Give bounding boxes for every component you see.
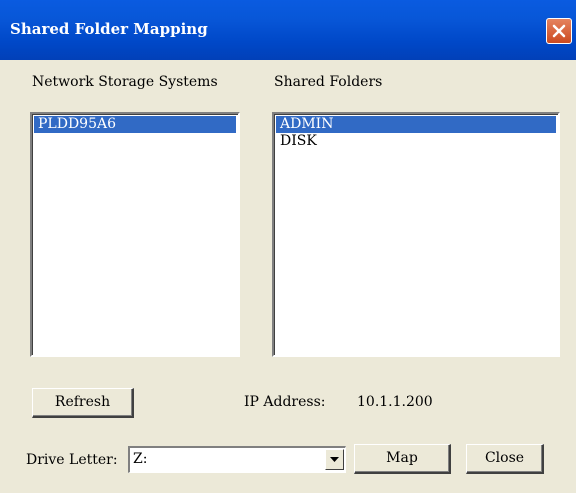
drive-letter-select[interactable]: Z:	[128, 446, 346, 473]
window-title: Shared Folder Mapping	[10, 20, 208, 38]
storage-list[interactable]: PLDD95A6	[30, 112, 240, 357]
drive-letter-dropdown-button[interactable]	[325, 449, 344, 470]
refresh-button[interactable]: Refresh	[32, 388, 134, 418]
ip-address-label: IP Address:	[244, 394, 326, 410]
window-close-button[interactable]	[546, 18, 572, 44]
close-button[interactable]: Close	[466, 444, 544, 474]
dropdown-arrow-icon	[330, 457, 339, 462]
drive-letter-label: Drive Letter:	[26, 452, 118, 468]
storage-list-item[interactable]: PLDD95A6	[34, 116, 236, 133]
storage-label: Network Storage Systems	[32, 74, 218, 90]
close-icon	[552, 24, 566, 38]
folder-list-item-admin[interactable]: ADMIN	[276, 116, 556, 133]
title-bar: Shared Folder Mapping	[0, 0, 576, 60]
folder-list-item-disk[interactable]: DISK	[276, 133, 556, 150]
drive-letter-value: Z:	[133, 451, 148, 467]
map-button[interactable]: Map	[354, 444, 451, 474]
folders-list[interactable]: ADMIN DISK	[272, 112, 560, 357]
folders-label: Shared Folders	[274, 74, 383, 90]
ip-address-value: 10.1.1.200	[357, 394, 433, 410]
